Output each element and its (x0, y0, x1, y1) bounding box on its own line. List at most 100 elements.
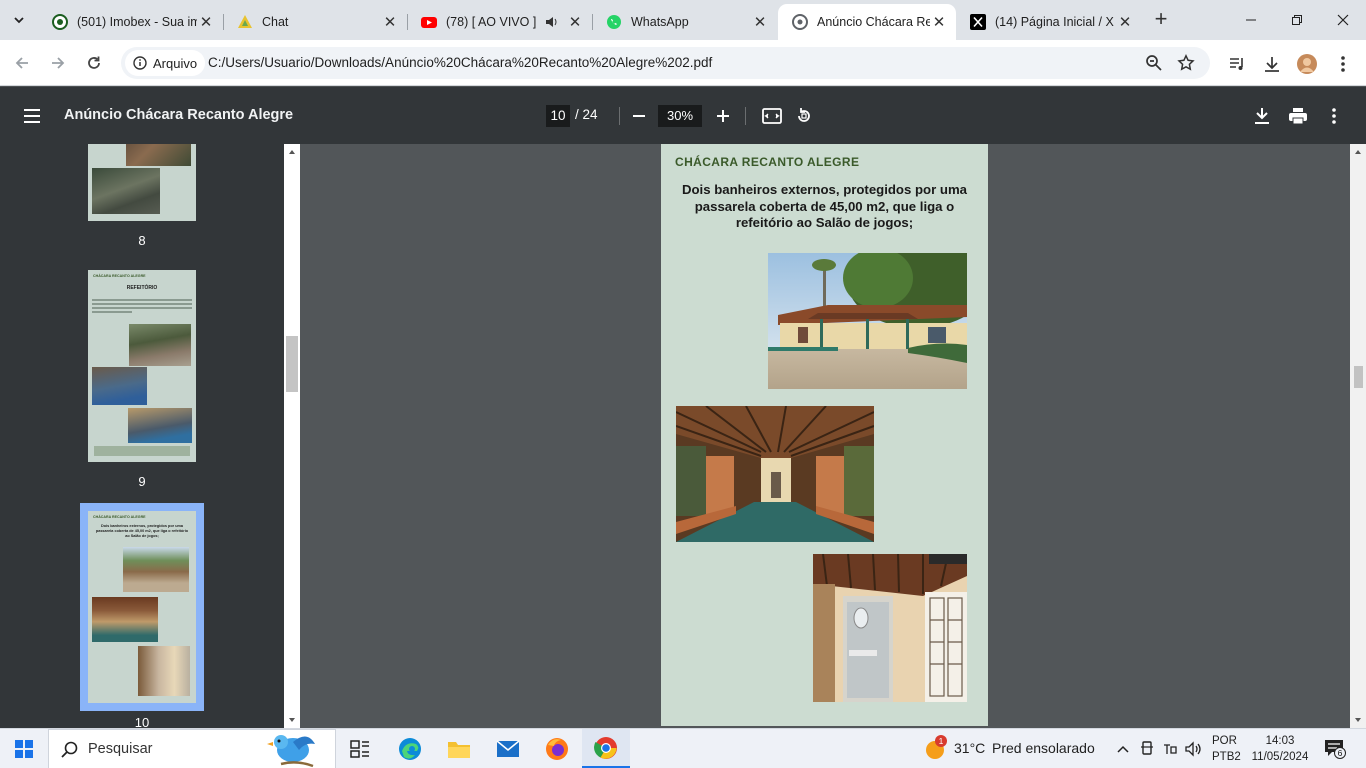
arrow-right-icon (52, 57, 65, 69)
bird-search-highlight-icon (267, 735, 315, 768)
avatar[interactable] (1296, 53, 1318, 75)
close-window-button[interactable] (1320, 0, 1366, 40)
chevron-down-icon (14, 17, 24, 24)
language-indicator[interactable]: POR PTB2 (1212, 733, 1241, 765)
thumbnail-photo (92, 367, 147, 405)
photo-bathroom-entrance (813, 554, 967, 702)
weather-badge: 1 (935, 735, 947, 747)
download-icon[interactable] (1261, 53, 1283, 75)
pdf-canvas: CHÁCARA RECANTO ALEGRE Dois banheiros ex… (300, 144, 1350, 728)
minus-icon (633, 115, 645, 117)
more-actions-icon[interactable] (1323, 105, 1345, 127)
tab-search-button[interactable] (7, 8, 31, 32)
keyboard-icon[interactable] (1161, 740, 1179, 758)
task-view-button[interactable] (346, 735, 374, 763)
weather-widget[interactable]: 1 (924, 735, 947, 760)
zoom-in-button[interactable] (712, 105, 734, 127)
taskbar-search-box[interactable]: Pesquisar (48, 729, 336, 768)
forward-button[interactable] (46, 51, 70, 75)
chrome-taskbar-active[interactable] (582, 729, 630, 768)
tab-pdf-active[interactable]: Anúncio Chácara Rec ✕ (778, 4, 956, 40)
menu-dots-icon[interactable] (1332, 53, 1354, 75)
site-info-chip[interactable]: Arquivo (125, 50, 206, 76)
weather-description[interactable]: Pred ensolarado (992, 740, 1095, 756)
minimize-button[interactable] (1228, 0, 1274, 40)
firefox-taskbar-icon[interactable] (543, 735, 571, 763)
edge-taskbar-icon[interactable] (396, 735, 424, 763)
close-icon[interactable]: ✕ (930, 13, 948, 31)
zoom-level-input[interactable]: 30% (658, 105, 702, 127)
scroll-up-icon[interactable] (1354, 148, 1362, 156)
tab-chat[interactable]: Chat ✕ (223, 4, 408, 40)
photo-covered-walkway (676, 406, 874, 542)
url-text[interactable]: C:/Users/Usuario/Downloads/Anúncio%20Chá… (208, 55, 712, 70)
tab-imobex[interactable]: (501) Imobex - Sua im ✕ (38, 4, 224, 40)
start-button[interactable] (10, 735, 38, 763)
sidebar-scroll-thumb[interactable] (286, 336, 298, 392)
rotate-button[interactable] (793, 105, 815, 127)
fit-to-page-icon (762, 108, 782, 124)
address-bar[interactable]: Arquivo C:/Users/Usuario/Downloads/Anúnc… (121, 47, 1210, 79)
thumbnail-heading: CHÁCARA RECANTO ALEGRE (93, 274, 146, 278)
back-button[interactable] (10, 51, 34, 75)
new-tab-button[interactable]: + (1148, 8, 1174, 32)
thumbnail-page-10[interactable]: CHÁCARA RECANTO ALEGRE Dois banheiros ex… (88, 511, 196, 703)
tab-x[interactable]: (14) Página Inicial / X ✕ (956, 4, 1142, 40)
close-icon[interactable]: ✕ (751, 13, 769, 31)
thumbnail-heading: CHÁCARA RECANTO ALEGRE (93, 515, 146, 519)
clock-date: 11/05/2024 (1251, 751, 1309, 763)
close-icon[interactable]: ✕ (381, 13, 399, 31)
tab-title: Chat (262, 15, 289, 29)
tab-title: Anúncio Chácara Rec (817, 15, 930, 29)
pdf-toolbar: Anúncio Chácara Recanto Alegre 10 / 24 3… (0, 87, 1366, 144)
minimize-icon (1246, 19, 1256, 21)
volume-icon[interactable] (1185, 740, 1203, 758)
speaker-icon[interactable] (544, 14, 560, 30)
restore-icon (1292, 15, 1302, 25)
language-code: POR (1212, 735, 1237, 747)
file-explorer-taskbar-icon[interactable] (445, 735, 473, 763)
page-number-input[interactable]: 10 (546, 105, 570, 127)
info-icon (133, 56, 147, 70)
keyboard-layout: PTB2 (1212, 751, 1241, 763)
network-device-icon[interactable] (1138, 740, 1156, 758)
notification-center-button[interactable]: 6 (1324, 739, 1346, 759)
hamburger-menu-icon[interactable] (22, 106, 42, 126)
tab-title: (78) [ AO VIVO ] L (446, 15, 540, 29)
document-scrollbar[interactable] (1350, 144, 1366, 728)
restore-button[interactable] (1274, 0, 1320, 40)
imobex-icon (52, 14, 68, 30)
thumbnail-page-9[interactable]: CHÁCARA RECANTO ALEGRE REFEITÓRIO (88, 270, 196, 462)
close-icon[interactable]: ✕ (566, 13, 584, 31)
close-icon (1337, 14, 1349, 26)
close-icon[interactable]: ✕ (1116, 13, 1134, 31)
close-icon[interactable]: ✕ (197, 13, 215, 31)
mail-taskbar-icon[interactable] (494, 735, 522, 763)
print-button[interactable] (1287, 105, 1309, 127)
page-body-text: Dois banheiros externos, protegidos por … (681, 182, 968, 230)
scroll-up-icon[interactable] (288, 148, 296, 156)
pdf-download-button[interactable] (1251, 105, 1273, 127)
weather-temperature[interactable]: 31°C (954, 740, 985, 756)
thumbnail-page-8[interactable] (88, 144, 196, 221)
thumbnail-photo (138, 646, 190, 696)
chevron-up-icon[interactable] (1114, 740, 1132, 758)
page-heading: CHÁCARA RECANTO ALEGRE (675, 155, 860, 169)
scroll-down-icon[interactable] (288, 716, 296, 724)
clock[interactable]: 14:03 11/05/2024 (1248, 733, 1312, 765)
tab-title: WhatsApp (631, 15, 689, 29)
tab-whatsapp[interactable]: WhatsApp ✕ (592, 4, 777, 40)
zoom-out-button[interactable] (628, 105, 650, 127)
thumbnail-photo (92, 597, 158, 642)
fit-page-button[interactable] (761, 105, 783, 127)
sidebar-scrollbar[interactable] (284, 144, 300, 728)
zoom-icon[interactable] (1145, 54, 1163, 72)
tab-youtube[interactable]: (78) [ AO VIVO ] L ✕ (407, 4, 593, 40)
thumbnail-number: 8 (138, 233, 146, 248)
pdf-title: Anúncio Chácara Recanto Alegre (64, 107, 294, 123)
scroll-down-icon[interactable] (1354, 716, 1362, 724)
bookmark-star-icon[interactable] (1177, 54, 1195, 72)
document-scroll-thumb[interactable] (1354, 366, 1363, 388)
media-control-icon[interactable] (1226, 53, 1248, 75)
reload-button[interactable] (82, 51, 106, 75)
